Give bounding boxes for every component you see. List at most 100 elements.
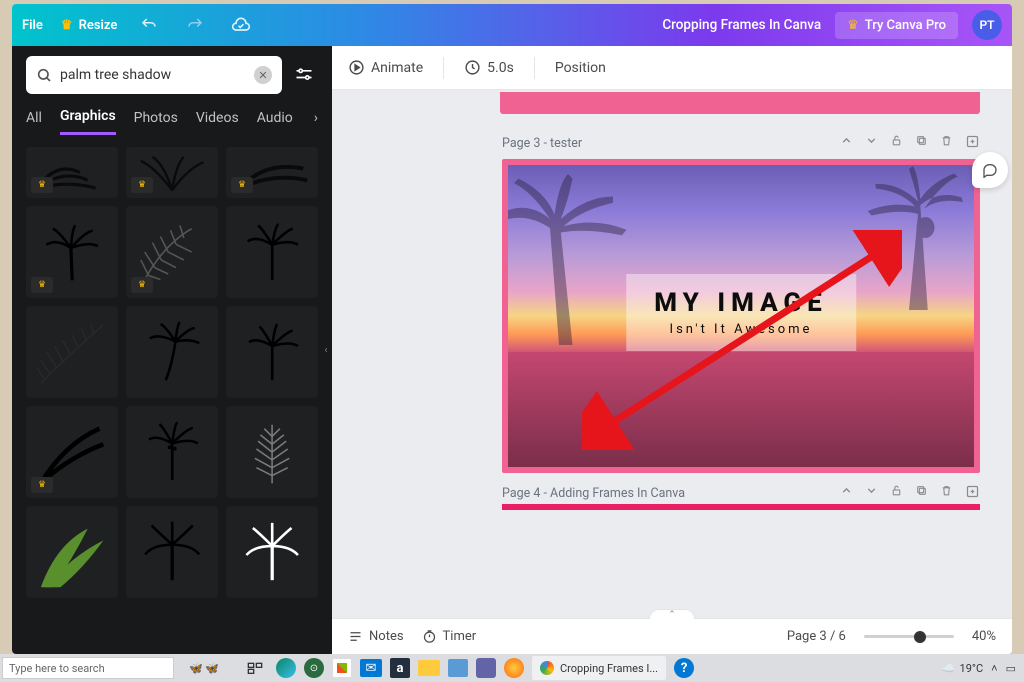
- canvas-area[interactable]: Page 3 - tester: [332, 90, 1012, 618]
- graphic-item[interactable]: ♛: [26, 406, 118, 498]
- divider: [443, 57, 444, 79]
- try-pro-button[interactable]: ♛ Try Canva Pro: [835, 12, 958, 39]
- chrome-icon: [540, 661, 554, 675]
- edge-icon[interactable]: [276, 658, 296, 678]
- graphic-item[interactable]: [26, 506, 118, 598]
- zoom-slider[interactable]: [864, 635, 954, 638]
- task-view-icon[interactable]: [242, 657, 268, 679]
- redo-button[interactable]: [181, 11, 209, 39]
- top-toolbar: File ♛ Resize Cropping Frames In Canva ♛…: [12, 4, 1012, 46]
- pro-badge: ♛: [231, 177, 253, 193]
- graphic-item[interactable]: ♛: [126, 147, 218, 198]
- temperature: 19°C: [960, 662, 984, 675]
- undo-button[interactable]: [135, 11, 163, 39]
- position-button[interactable]: Position: [555, 60, 606, 76]
- app-icon[interactable]: [448, 659, 468, 677]
- animate-button[interactable]: Animate: [348, 59, 423, 76]
- search-placeholder: Type here to search: [9, 662, 105, 675]
- page-indicator[interactable]: Page 3 / 6: [787, 629, 846, 644]
- move-page-down-button[interactable]: [865, 484, 878, 503]
- graphic-item[interactable]: ♛: [126, 206, 218, 298]
- graphic-item[interactable]: ♛: [26, 147, 118, 198]
- help-icon[interactable]: ?: [674, 658, 694, 678]
- page-title[interactable]: Page 4 - Adding Frames In Canva: [502, 486, 840, 501]
- firefox-icon[interactable]: [504, 658, 524, 678]
- resize-button[interactable]: ♛ Resize: [61, 18, 117, 33]
- windows-search[interactable]: Type here to search: [2, 657, 174, 679]
- graphic-item[interactable]: ♛: [226, 147, 318, 198]
- tab-audio[interactable]: Audio: [257, 110, 293, 134]
- graphic-item[interactable]: ♛: [26, 206, 118, 298]
- lock-page-button[interactable]: [890, 134, 903, 153]
- graphic-item[interactable]: [226, 406, 318, 498]
- graphic-item[interactable]: [126, 406, 218, 498]
- search-box[interactable]: ✕: [26, 56, 282, 94]
- move-page-up-button[interactable]: [840, 134, 853, 153]
- graphic-item[interactable]: [26, 306, 118, 398]
- notes-button[interactable]: Notes: [348, 629, 404, 644]
- app-icon[interactable]: ⊙: [304, 658, 324, 678]
- tab-photos[interactable]: Photos: [134, 110, 178, 134]
- delete-page-button[interactable]: [940, 134, 953, 153]
- graphic-item[interactable]: [126, 506, 218, 598]
- duplicate-page-button[interactable]: [915, 134, 928, 153]
- expand-pages-button[interactable]: ⌃: [649, 609, 695, 619]
- mail-icon[interactable]: ✉: [360, 659, 382, 677]
- collapse-panel-button[interactable]: ‹: [319, 315, 332, 385]
- filter-button[interactable]: [290, 61, 318, 89]
- pro-badge: ♛: [131, 277, 153, 293]
- weather-icon: ☁️: [942, 662, 956, 675]
- clear-search-button[interactable]: ✕: [254, 66, 272, 84]
- page-title[interactable]: Page 3 - tester: [502, 136, 840, 151]
- graphics-results: ♛ ♛ ♛ ♛ ♛ ♛: [12, 135, 332, 654]
- zoom-level[interactable]: 40%: [972, 629, 996, 644]
- file-menu[interactable]: File: [22, 18, 43, 33]
- crown-icon: ♛: [847, 18, 859, 33]
- search-input[interactable]: [60, 67, 246, 83]
- category-tabs: All Graphics Photos Videos Audio ›: [12, 94, 332, 135]
- windows-taskbar: Type here to search 🦋🦋 ⊙ ✉ a Cropping Fr…: [0, 654, 1024, 682]
- context-toolbar: Animate 5.0s Position: [332, 46, 1012, 90]
- pro-badge: ♛: [131, 177, 153, 193]
- app-icon[interactable]: [332, 658, 352, 678]
- add-page-button[interactable]: [965, 134, 980, 153]
- graphic-item[interactable]: [126, 306, 218, 398]
- graphic-item[interactable]: [226, 506, 318, 598]
- graphic-item[interactable]: [226, 206, 318, 298]
- amazon-icon[interactable]: a: [390, 658, 410, 678]
- pro-badge: ♛: [31, 477, 53, 493]
- move-page-up-button[interactable]: [840, 484, 853, 503]
- window-title-label: Cropping Frames I...: [560, 662, 658, 675]
- crown-icon: ♛: [61, 18, 73, 33]
- graphic-item[interactable]: [226, 306, 318, 398]
- duration-label: 5.0s: [487, 60, 514, 76]
- add-page-button[interactable]: [965, 484, 980, 503]
- tab-graphics[interactable]: Graphics: [60, 108, 116, 135]
- timer-button[interactable]: Timer: [422, 629, 477, 644]
- move-page-down-button[interactable]: [865, 134, 878, 153]
- design-page[interactable]: MY IMAGE Isn't It Awesome: [502, 159, 980, 473]
- taskbar-window[interactable]: Cropping Frames I...: [532, 656, 666, 680]
- news-widget[interactable]: 🦋🦋: [174, 662, 234, 675]
- explorer-icon[interactable]: [418, 660, 440, 676]
- tab-videos[interactable]: Videos: [196, 110, 239, 134]
- weather-widget[interactable]: ☁️ 19°C: [942, 662, 983, 675]
- text-overlay[interactable]: MY IMAGE Isn't It Awesome: [626, 274, 856, 351]
- duration-button[interactable]: 5.0s: [464, 59, 514, 76]
- search-icon: [36, 67, 52, 83]
- tab-all[interactable]: All: [26, 110, 42, 134]
- slider-thumb[interactable]: [914, 631, 926, 643]
- delete-page-button[interactable]: [940, 484, 953, 503]
- user-avatar[interactable]: PT: [972, 10, 1002, 40]
- comment-button[interactable]: [972, 152, 1008, 188]
- tray-chevron[interactable]: ˄: [991, 662, 997, 675]
- duplicate-page-button[interactable]: [915, 484, 928, 503]
- cloud-save-icon[interactable]: [227, 11, 255, 39]
- app-icon[interactable]: [476, 658, 496, 678]
- document-title[interactable]: Cropping Frames In Canva: [662, 17, 821, 33]
- tabs-scroll-right[interactable]: ›: [314, 110, 318, 134]
- lock-page-button[interactable]: [890, 484, 903, 503]
- tray-icon[interactable]: ▭: [1006, 662, 1016, 675]
- main-area: Animate 5.0s Position Page 3 - tester: [332, 46, 1012, 654]
- pro-badge: ♛: [31, 177, 53, 193]
